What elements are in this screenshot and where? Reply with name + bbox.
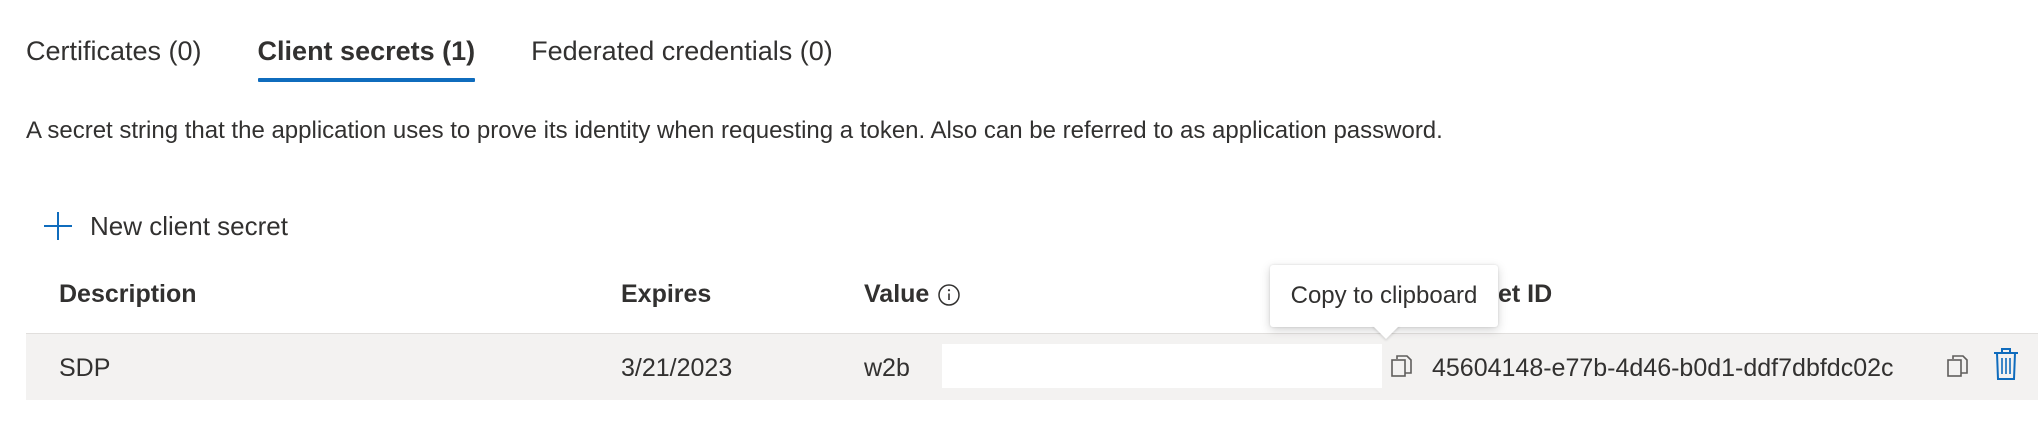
redacted-value-block [942, 344, 1382, 388]
copy-icon [1388, 352, 1414, 385]
new-client-secret-button[interactable]: New client secret [42, 210, 288, 242]
plus-icon [42, 210, 74, 242]
copy-tooltip: Copy to clipboard [1270, 265, 1498, 327]
tab-federated-credentials[interactable]: Federated credentials (0) [531, 36, 833, 82]
secret-id: 45604148-e77b-4d46-b0d1-ddf7dbfdc02c [1432, 354, 1894, 382]
copy-icon [1944, 352, 1970, 385]
secret-expires: 3/21/2023 [621, 354, 733, 382]
copy-value-button[interactable] [1384, 351, 1418, 385]
section-description: A secret string that the application use… [26, 117, 1443, 144]
copy-secret-id-button[interactable] [1940, 351, 1974, 385]
tooltip-arrow [1372, 325, 1400, 339]
column-header-secret-id: et ID [1498, 280, 1553, 308]
trash-icon [1991, 347, 2021, 388]
new-client-secret-label: New client secret [90, 210, 288, 241]
table-row[interactable]: SDP 3/21/2023 w2b 45604148-e77b-4d46-b0d… [26, 333, 2038, 400]
tab-certificates[interactable]: Certificates (0) [26, 36, 202, 82]
column-header-value: Value [864, 280, 961, 309]
column-header-value-label: Value [864, 280, 930, 308]
column-header-expires: Expires [621, 280, 712, 308]
credential-tabs: Certificates (0) Client secrets (1) Fede… [26, 36, 833, 82]
secret-value: w2b [864, 354, 910, 382]
secret-description: SDP [59, 354, 111, 382]
delete-secret-button[interactable] [1986, 347, 2026, 387]
client-secrets-page: Certificates (0) Client secrets (1) Fede… [0, 0, 2040, 426]
tab-client-secrets[interactable]: Client secrets (1) [257, 36, 475, 82]
secrets-table-header: Description Expires Value et ID [26, 280, 2030, 330]
info-icon[interactable] [937, 283, 961, 307]
column-header-description: Description [59, 280, 197, 308]
